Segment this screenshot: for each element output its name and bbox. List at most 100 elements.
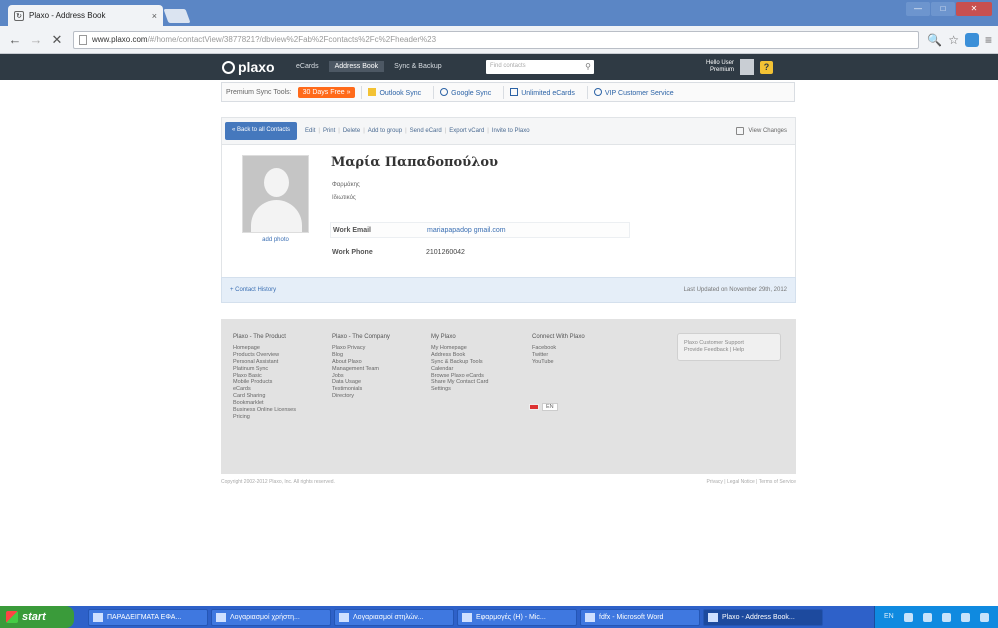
footer-link[interactable]: Sync & Backup Tools — [431, 359, 488, 366]
footer-link[interactable]: Bookmarklet — [233, 400, 296, 407]
unlimited-ecards-link[interactable]: Unlimited eCards — [503, 85, 581, 99]
contact-photo-placeholder[interactable] — [242, 155, 309, 233]
work-email-link[interactable]: mariapapadop gmail.com — [427, 227, 506, 234]
avatar[interactable] — [740, 59, 755, 75]
search-input[interactable]: Find contacts ⚲ — [486, 60, 594, 74]
vip-service-link[interactable]: VIP Customer Service — [586, 85, 680, 99]
footer-link[interactable]: Browse Plaxo eCards — [431, 373, 488, 380]
back-button[interactable]: ← — [6, 31, 24, 49]
window-controls: — □ ✕ — [906, 2, 992, 16]
zoom-icon[interactable]: 🔍 — [927, 33, 942, 47]
nav-sync-backup[interactable]: Sync & Backup — [388, 61, 447, 72]
footer-link[interactable]: Calendar — [431, 366, 488, 373]
legal-links[interactable]: Privacy | Legal Notice | Terms of Servic… — [707, 479, 796, 485]
contact-history-link[interactable]: + Contact History — [230, 287, 276, 293]
field-label: Work Phone — [332, 248, 373, 256]
footer-link[interactable]: Business Online Licenses — [233, 407, 296, 414]
logo-text: plaxo — [238, 59, 275, 75]
taskbar-button[interactable]: Λογαριασμοί χρήστη... — [211, 608, 331, 626]
language-indicator[interactable]: EN — [884, 613, 894, 622]
footer-link[interactable]: My Homepage — [431, 345, 488, 352]
last-updated-text: Last Updated on November 29th, 2012 — [683, 287, 787, 293]
user-menu[interactable]: Hello User Premium ? — [706, 59, 774, 75]
action-send-ecard[interactable]: Send eCard — [410, 128, 442, 134]
footer-link[interactable]: Products Overview — [233, 352, 296, 359]
history-icon — [736, 127, 745, 135]
taskbar-button[interactable]: ΠΑΡΑΔΕΙΓΜΑΤΑ ΕΦΑ... — [88, 608, 208, 626]
extension-icon[interactable] — [964, 32, 979, 47]
taskbar-button-label: fdfx - Microsoft Word — [599, 613, 664, 621]
contact-history-bar: + Contact History Last Updated on Novemb… — [221, 277, 796, 303]
search-icon[interactable]: ⚲ — [585, 62, 591, 71]
browser-tab[interactable]: ↻ Plaxo - Address Book × — [8, 5, 163, 26]
footer-link[interactable]: Blog — [332, 352, 390, 359]
footer-link[interactable]: Data Usage — [332, 379, 390, 386]
nav-address-book[interactable]: Address Book — [328, 61, 385, 72]
minimize-button[interactable]: — — [906, 2, 930, 16]
taskbar-button[interactable]: Plaxo - Address Book... — [703, 608, 823, 626]
footer-link[interactable]: Mobile Products — [233, 379, 296, 386]
tray-app-icon[interactable] — [979, 612, 989, 622]
customer-support-box[interactable]: Plaxo Customer Support Provide Feedback … — [677, 333, 781, 361]
tray-volume-icon[interactable] — [941, 612, 951, 622]
footer-link[interactable]: Personal Assistant — [233, 359, 296, 366]
footer-link[interactable]: Facebook — [532, 345, 585, 352]
add-photo-link[interactable]: add photo — [242, 237, 309, 243]
footer-link[interactable]: Card Sharing — [233, 393, 296, 400]
action-invite[interactable]: Invite to Plaxo — [492, 128, 530, 134]
footer-link[interactable]: Twitter — [532, 352, 585, 359]
tab-close-icon[interactable]: × — [152, 11, 157, 21]
footer-link[interactable]: Address Book — [431, 352, 488, 359]
footer-link[interactable]: Homepage — [233, 345, 296, 352]
footer-link[interactable]: Plaxo Basic — [233, 373, 296, 380]
forward-button[interactable]: → — [27, 31, 45, 49]
footer-link[interactable]: Plaxo Privacy — [332, 345, 390, 352]
action-edit[interactable]: Edit — [305, 128, 315, 134]
back-to-contacts-button[interactable]: « Back to all Contacts — [225, 122, 298, 140]
footer-link[interactable]: Jobs — [332, 373, 390, 380]
outlook-sync-link[interactable]: Outlook Sync — [361, 85, 427, 99]
address-bar[interactable]: www.plaxo.com /#/home/contactView/387782… — [73, 30, 920, 49]
footer-link[interactable]: Platinum Sync — [233, 366, 296, 373]
bookmark-star-icon[interactable]: ☆ — [948, 33, 959, 47]
taskbar-button[interactable]: Εφαρμογές (H) - Mic... — [457, 608, 577, 626]
footer-link[interactable]: About Plaxo — [332, 359, 390, 366]
footer-link[interactable]: Directory — [332, 393, 390, 400]
footer-link[interactable]: eCards — [233, 386, 296, 393]
action-export-vcard[interactable]: Export vCard — [449, 128, 484, 134]
nav-ecards[interactable]: eCards — [290, 61, 325, 72]
language-selector[interactable]: EN — [529, 403, 558, 411]
footer-heading: Plaxo - The Product — [233, 334, 286, 340]
footer-heading: Connect With Plaxo — [532, 334, 585, 340]
view-changes-link[interactable]: View Changes — [736, 127, 787, 135]
browser-tabstrip: ↻ Plaxo - Address Book × — □ ✕ — [0, 0, 998, 26]
close-window-button[interactable]: ✕ — [956, 2, 992, 16]
google-sync-link[interactable]: Google Sync — [433, 85, 497, 99]
free-trial-button[interactable]: 30 Days Free » — [297, 86, 356, 98]
start-button[interactable]: start — [0, 606, 74, 628]
new-tab-button[interactable] — [163, 9, 191, 23]
footer-link[interactable]: Share My Contact Card — [431, 379, 488, 386]
tray-network-icon[interactable] — [903, 612, 913, 622]
tray-shield-icon[interactable] — [922, 612, 932, 622]
plaxo-logo[interactable]: plaxo — [222, 59, 275, 75]
footer-link[interactable]: Pricing — [233, 414, 296, 421]
footer-link[interactable]: Settings — [431, 386, 488, 393]
menu-icon[interactable]: ≡ — [985, 33, 992, 47]
action-delete[interactable]: Delete — [343, 128, 360, 134]
footer-link[interactable]: YouTube — [532, 359, 585, 366]
taskbar-button[interactable]: fdfx - Microsoft Word — [580, 608, 700, 626]
tray-update-icon[interactable] — [960, 612, 970, 622]
action-print[interactable]: Print — [323, 128, 335, 134]
taskbar-button[interactable]: Λογαριασμοί στηλών... — [334, 608, 454, 626]
footer-link[interactable]: Testimonials — [332, 386, 390, 393]
language-value: EN — [542, 403, 558, 411]
page-favicon-icon: ↻ — [14, 10, 24, 21]
stop-button[interactable]: ✕ — [48, 31, 66, 49]
action-add-to-group[interactable]: Add to group — [368, 128, 402, 134]
help-icon[interactable]: ? — [760, 60, 774, 74]
windows-taskbar: start ΠΑΡΑΔΕΙΓΜΑΤΑ ΕΦΑ... Λογαριασμοί χρή… — [0, 606, 998, 628]
vip-service-label: VIP Customer Service — [604, 89, 674, 97]
footer-link[interactable]: Management Team — [332, 366, 390, 373]
maximize-button[interactable]: □ — [931, 2, 955, 16]
